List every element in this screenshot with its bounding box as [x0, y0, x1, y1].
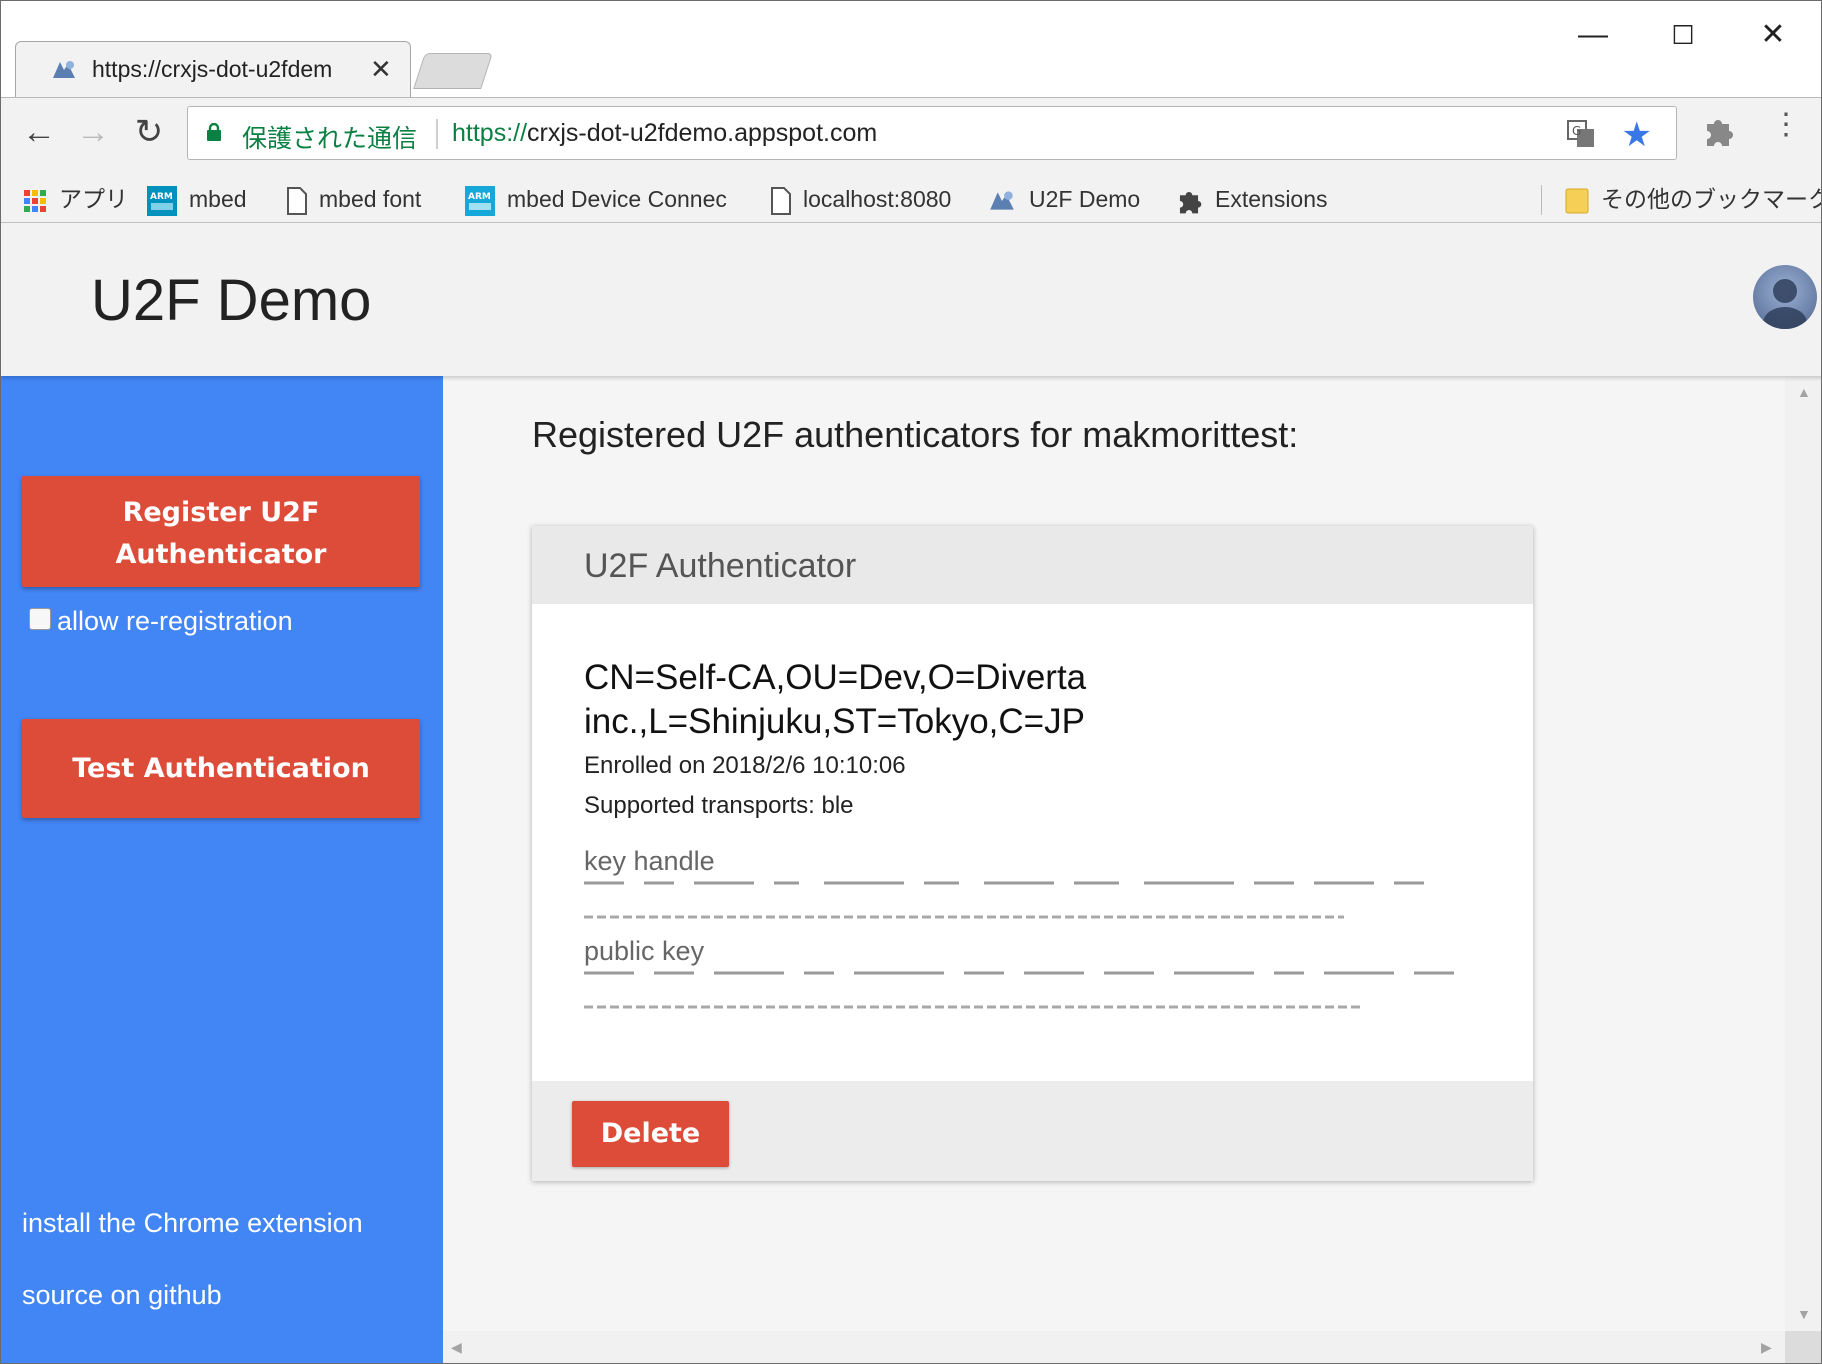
tab-title: https://crxjs-dot-u2fdem — [92, 56, 333, 82]
authenticator-card: U2F Authenticator CN=Self-CA,OU=Dev,O=Di… — [532, 526, 1533, 1181]
bookmark-star-icon[interactable]: ★ — [1622, 115, 1652, 155]
page-icon — [287, 186, 307, 215]
card-title: U2F Authenticator — [584, 547, 857, 585]
lock-icon — [207, 123, 221, 141]
svg-text:ARM: ARM — [150, 192, 173, 202]
maximize-button[interactable]: ☐ — [1653, 15, 1713, 55]
arm-mbed-icon: ARM — [147, 185, 177, 216]
avatar[interactable] — [1753, 265, 1817, 329]
app-header: U2F Demo — [1, 223, 1821, 376]
allow-reregistration-label[interactable]: allow re-registration — [57, 606, 293, 636]
bookmark-label: mbed Device Connec — [507, 186, 727, 212]
secure-label: 保護された通信 — [242, 125, 418, 153]
key-handle-value-clipped — [584, 881, 1424, 885]
source-github-link[interactable]: source on github — [22, 1280, 222, 1311]
key-handle-value-clipped-2 — [584, 915, 1344, 919]
forward-icon[interactable]: → — [71, 110, 115, 154]
scroll-left-icon[interactable]: ◀ — [451, 1339, 462, 1356]
u2f-favicon-icon — [990, 191, 1014, 210]
scroll-right-icon[interactable]: ▶ — [1761, 1339, 1772, 1356]
tab-close-icon[interactable]: ✕ — [370, 54, 392, 85]
bookmarks-divider — [1541, 185, 1542, 215]
browser-window: https://crxjs-dot-u2fdem ✕ — ☐ ✕ ← → ↻ 保… — [0, 0, 1822, 1364]
bookmark-u2f-demo[interactable]: U2F Demo — [987, 181, 1140, 217]
url-host: crxjs-dot-u2fdemo.appspot.com — [527, 119, 878, 147]
scrollbar-corner — [1785, 1331, 1821, 1363]
bookmark-other[interactable]: その他のブックマーク — [1565, 181, 1822, 217]
allow-reregistration-row: allow re-registration — [29, 606, 293, 637]
register-authenticator-button[interactable]: Register U2F Authenticator — [22, 476, 420, 587]
bookmark-label: mbed font — [319, 186, 422, 212]
card-footer: Delete — [532, 1081, 1533, 1181]
subject-line: inc.,L=Shinjuku,ST=Tokyo,C=JP — [584, 702, 1085, 741]
svg-text:G: G — [1572, 124, 1581, 138]
public-key-value-clipped-2 — [584, 1005, 1364, 1009]
scroll-down-icon[interactable]: ▼ — [1797, 1306, 1811, 1322]
puzzle-icon — [1179, 191, 1202, 214]
reload-icon[interactable]: ↻ — [127, 110, 171, 154]
subject-line: CN=Self-CA,OU=Dev,O=Diverta — [584, 658, 1087, 697]
u2f-favicon-icon — [53, 61, 75, 78]
omnibox-divider — [436, 119, 438, 149]
tab-strip: https://crxjs-dot-u2fdem ✕ — ☐ ✕ — [1, 1, 1821, 97]
folder-icon — [1565, 188, 1589, 214]
main-content: Registered U2F authenticators for makmor… — [443, 376, 1785, 1331]
card-header: U2F Authenticator — [532, 526, 1533, 604]
bookmark-label: mbed — [189, 186, 247, 212]
register-button-line-1: Register U2F — [122, 497, 320, 528]
url-scheme: https:// — [452, 119, 528, 147]
back-icon[interactable]: ← — [17, 110, 61, 154]
page-icon — [771, 186, 791, 215]
allow-reregistration-checkbox[interactable] — [29, 608, 51, 630]
translate-icon[interactable]: G — [1566, 119, 1596, 149]
browser-toolbar: ← → ↻ 保護された通信 https://crxjs-dot-u2fdemo.… — [1, 97, 1821, 177]
new-tab-button[interactable] — [413, 53, 493, 89]
certificate-subject: CN=Self-CA,OU=Dev,O=Diverta inc.,L=Shinj… — [584, 656, 1284, 744]
close-window-button[interactable]: ✕ — [1743, 15, 1803, 55]
register-button-line-2: Authenticator — [115, 539, 327, 570]
public-key-label: public key — [584, 936, 705, 966]
minimize-button[interactable]: — — [1563, 15, 1623, 55]
bookmark-label: Extensions — [1215, 186, 1328, 212]
sidebar: Register U2F Authenticator allow re-regi… — [1, 376, 443, 1363]
bookmark-mbed-font[interactable]: mbed font — [287, 181, 421, 217]
scroll-up-icon[interactable]: ▲ — [1797, 384, 1811, 400]
vertical-scrollbar[interactable]: ▲ ▼ — [1785, 376, 1821, 1331]
tab-active[interactable]: https://crxjs-dot-u2fdem ✕ — [15, 41, 411, 97]
enrolled-date: Enrolled on 2018/2/6 10:10:06 — [584, 752, 906, 779]
authenticators-heading: Registered U2F authenticators for makmor… — [532, 414, 1299, 455]
bookmark-mbed-device-connector[interactable]: ARM mbed Device Connec — [465, 181, 727, 217]
bookmark-apps[interactable]: アプリ — [23, 181, 128, 217]
bookmark-label: アプリ — [59, 186, 128, 212]
bookmark-label: localhost:8080 — [803, 186, 952, 212]
arm-mbed-icon: ARM — [465, 185, 495, 216]
bookmark-label: その他のブックマーク — [1601, 186, 1822, 212]
url-text[interactable]: https://crxjs-dot-u2fdemo.appspot.com — [452, 119, 877, 148]
horizontal-scrollbar[interactable]: ◀ ▶ — [443, 1331, 1785, 1363]
apps-grid-icon — [24, 189, 46, 212]
bookmark-extensions[interactable]: Extensions — [1175, 181, 1328, 217]
bookmark-localhost[interactable]: localhost:8080 — [771, 181, 951, 217]
extension-puzzle-icon[interactable] — [1701, 114, 1735, 148]
address-bar[interactable]: 保護された通信 https://crxjs-dot-u2fdemo.appspo… — [187, 106, 1677, 160]
svg-text:ARM: ARM — [468, 192, 491, 202]
supported-transports: Supported transports: ble — [584, 792, 854, 819]
test-authentication-button[interactable]: Test Authentication — [22, 719, 420, 818]
key-handle-label: key handle — [584, 846, 715, 876]
delete-button[interactable]: Delete — [572, 1101, 729, 1167]
bookmark-mbed[interactable]: ARM mbed — [147, 181, 247, 217]
person-icon — [1763, 279, 1807, 329]
bookmarks-bar: アプリ ARM mbed mbed font ARM mbed Device Con… — [1, 177, 1822, 223]
page-title: U2F Demo — [91, 268, 372, 333]
browser-menu-icon[interactable]: ⋮ — [1771, 110, 1801, 140]
bookmark-label: U2F Demo — [1029, 186, 1141, 212]
public-key-value-clipped — [584, 971, 1454, 975]
install-extension-link[interactable]: install the Chrome extension — [22, 1208, 363, 1239]
